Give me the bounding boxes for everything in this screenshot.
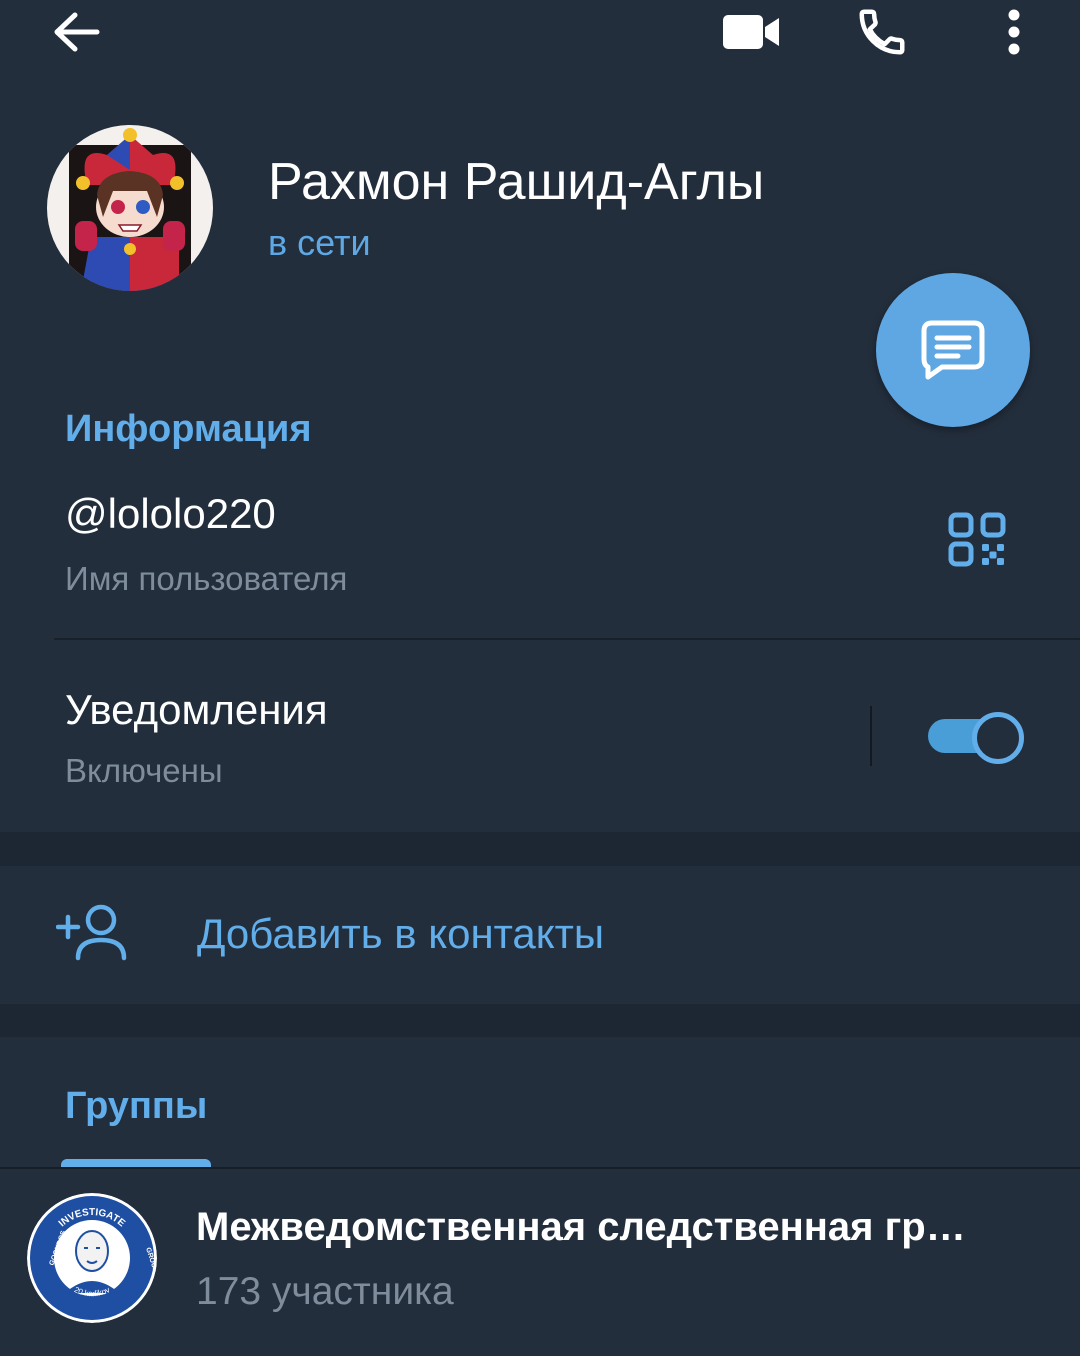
profile-name: Рахмон Рашид-Аглы — [268, 153, 765, 211]
add-user-icon — [55, 902, 128, 966]
avatar-image — [47, 125, 213, 291]
online-status: в сети — [268, 222, 371, 263]
username-value[interactable]: @lololo220 — [65, 490, 276, 538]
arrow-left-icon — [54, 12, 100, 52]
vertical-separator — [870, 706, 872, 766]
toggle-knob — [972, 712, 1024, 764]
qr-code-icon — [948, 512, 1006, 567]
more-vertical-icon — [1008, 9, 1020, 55]
voice-call-button[interactable] — [846, 0, 918, 64]
group-member-count: 173 участника — [196, 1270, 454, 1313]
username-caption: Имя пользователя — [65, 560, 348, 597]
profile-avatar[interactable] — [47, 125, 213, 291]
groups-section: Группы INVESTIGATE GOONDOS GROUP 20 karl… — [0, 1037, 1080, 1356]
info-section: Информация @lololo220 Имя пользователя У… — [0, 350, 1080, 832]
tab-groups[interactable]: Группы — [65, 1085, 207, 1128]
group-name: Межведомственная следственная гр… — [196, 1205, 966, 1249]
notifications-state: Включены — [65, 752, 223, 789]
info-divider — [54, 638, 1080, 640]
group-avatar: INVESTIGATE GOONDOS GROUP 20 karlikov — [27, 1193, 157, 1323]
phone-icon — [859, 9, 905, 55]
notifications-toggle[interactable] — [928, 710, 1024, 764]
group-logo-image: INVESTIGATE GOONDOS GROUP 20 karlikov — [27, 1193, 157, 1323]
message-icon — [921, 320, 985, 380]
tab-bar-underline — [0, 1167, 1080, 1169]
list-item[interactable]: INVESTIGATE GOONDOS GROUP 20 karlikov Ме… — [0, 1177, 1080, 1356]
send-message-button[interactable] — [876, 273, 1030, 427]
back-button[interactable] — [40, 2, 112, 62]
add-to-contacts-label: Добавить в контакты — [197, 910, 605, 957]
notifications-label[interactable]: Уведомления — [65, 686, 328, 734]
add-to-contacts-row[interactable]: Добавить в контакты — [0, 866, 1080, 1004]
video-call-button[interactable] — [712, 2, 792, 62]
more-options-button[interactable] — [990, 0, 1038, 64]
qr-code-button[interactable] — [948, 512, 1014, 572]
info-section-title: Информация — [65, 408, 312, 450]
video-camera-icon — [723, 15, 779, 49]
